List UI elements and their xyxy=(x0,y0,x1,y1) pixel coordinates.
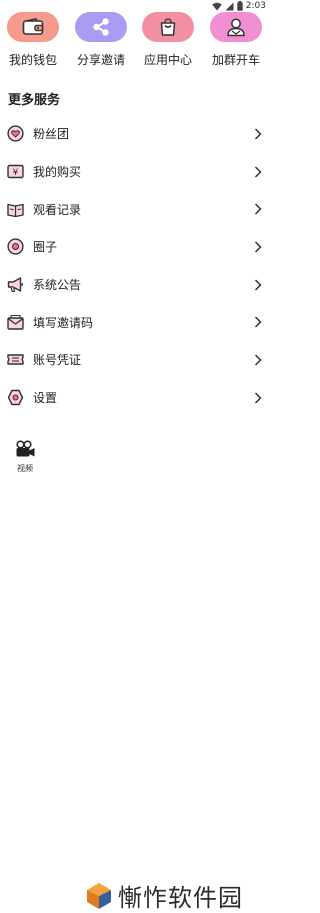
menu-item-circle[interactable]: 圈子 xyxy=(0,228,270,266)
chevron-right-icon xyxy=(254,241,262,253)
shopping-bag-icon xyxy=(160,18,176,36)
bottom-tab-bar: 视频 慚怍软件园 xyxy=(0,438,270,912)
watermark-text: 慚怍软件园 xyxy=(118,884,243,912)
tab-video-label: 视频 xyxy=(17,464,33,473)
megaphone-icon xyxy=(7,276,24,293)
chevron-right-icon xyxy=(254,128,262,140)
heart-icon xyxy=(7,125,24,142)
menu-item-account-credentials[interactable]: 账号凭证 xyxy=(0,341,270,379)
chevron-right-icon xyxy=(254,166,262,178)
chevron-right-icon xyxy=(254,392,262,404)
menu-label-account-credentials: 账号凭证 xyxy=(33,353,82,368)
menu-item-my-purchases[interactable]: ¥ 我的购买 xyxy=(0,153,270,191)
tab-video[interactable]: 视频 xyxy=(10,440,40,474)
wallet-action[interactable]: 我的钱包 xyxy=(3,12,63,68)
status-time: 2:03 xyxy=(245,1,266,11)
status-icons: 2:03 xyxy=(211,1,266,11)
book-icon xyxy=(7,201,24,218)
wifi-icon xyxy=(211,2,222,10)
more-services-title: 更多服务 xyxy=(8,93,61,108)
menu-label-announcements: 系统公告 xyxy=(33,278,82,293)
chevron-right-icon xyxy=(254,316,262,328)
app-center-label: 应用中心 xyxy=(143,53,192,67)
wallet-label: 我的钱包 xyxy=(8,53,57,67)
chevron-right-icon xyxy=(254,203,262,215)
share-pill xyxy=(75,12,127,42)
share-invite-action[interactable]: 分享邀请 xyxy=(71,12,131,68)
watermark-logo-icon xyxy=(87,882,111,909)
share-icon xyxy=(93,18,109,36)
join-group-action[interactable]: 加群开车 xyxy=(206,12,266,68)
quick-actions: 我的钱包 分享邀请 应用中心 加群开车 xyxy=(0,12,270,76)
menu-label-watch-history: 观看记录 xyxy=(33,202,82,217)
menu-label-my-purchases: 我的购买 xyxy=(33,165,82,180)
wallet-icon xyxy=(22,18,44,35)
app-center-action[interactable]: 应用中心 xyxy=(138,12,198,68)
battery-icon xyxy=(237,1,243,11)
menu-label-invite-code: 填写邀请码 xyxy=(33,315,94,330)
menu-label-settings: 设置 xyxy=(33,391,58,406)
menu-label-circle: 圈子 xyxy=(33,240,58,255)
ticket-icon xyxy=(7,351,24,368)
yen-receipt-icon: ¥ xyxy=(7,163,24,180)
wallet-pill xyxy=(7,12,59,42)
svg-text:¥: ¥ xyxy=(13,168,19,178)
menu-label-fan-club: 粉丝团 xyxy=(33,127,70,142)
menu-item-invite-code[interactable]: 填写邀请码 xyxy=(0,303,270,341)
chevron-right-icon xyxy=(254,354,262,366)
gear-icon xyxy=(7,389,24,406)
watermark: 慚怍软件园 xyxy=(86,878,243,913)
join-group-pill xyxy=(210,12,262,42)
circle-icon xyxy=(7,238,24,256)
video-camera-icon xyxy=(16,440,35,457)
menu-item-settings[interactable]: 设置 xyxy=(0,379,270,417)
share-invite-label: 分享邀请 xyxy=(76,53,125,67)
join-group-label: 加群开车 xyxy=(211,53,260,67)
menu-item-watch-history[interactable]: 观看记录 xyxy=(0,190,270,228)
envelope-icon xyxy=(7,314,24,331)
signal-icon xyxy=(225,2,234,10)
app-center-pill xyxy=(142,12,194,42)
chevron-right-icon xyxy=(254,279,262,291)
menu-item-announcements[interactable]: 系统公告 xyxy=(0,266,270,304)
user-group-icon xyxy=(227,18,245,37)
more-services-list: 粉丝团 ¥ 我的购买 观看记录 圈子 系统公告 填写邀请码 账号凭证 设置 xyxy=(0,115,270,417)
menu-item-fan-club[interactable]: 粉丝团 xyxy=(0,115,270,153)
